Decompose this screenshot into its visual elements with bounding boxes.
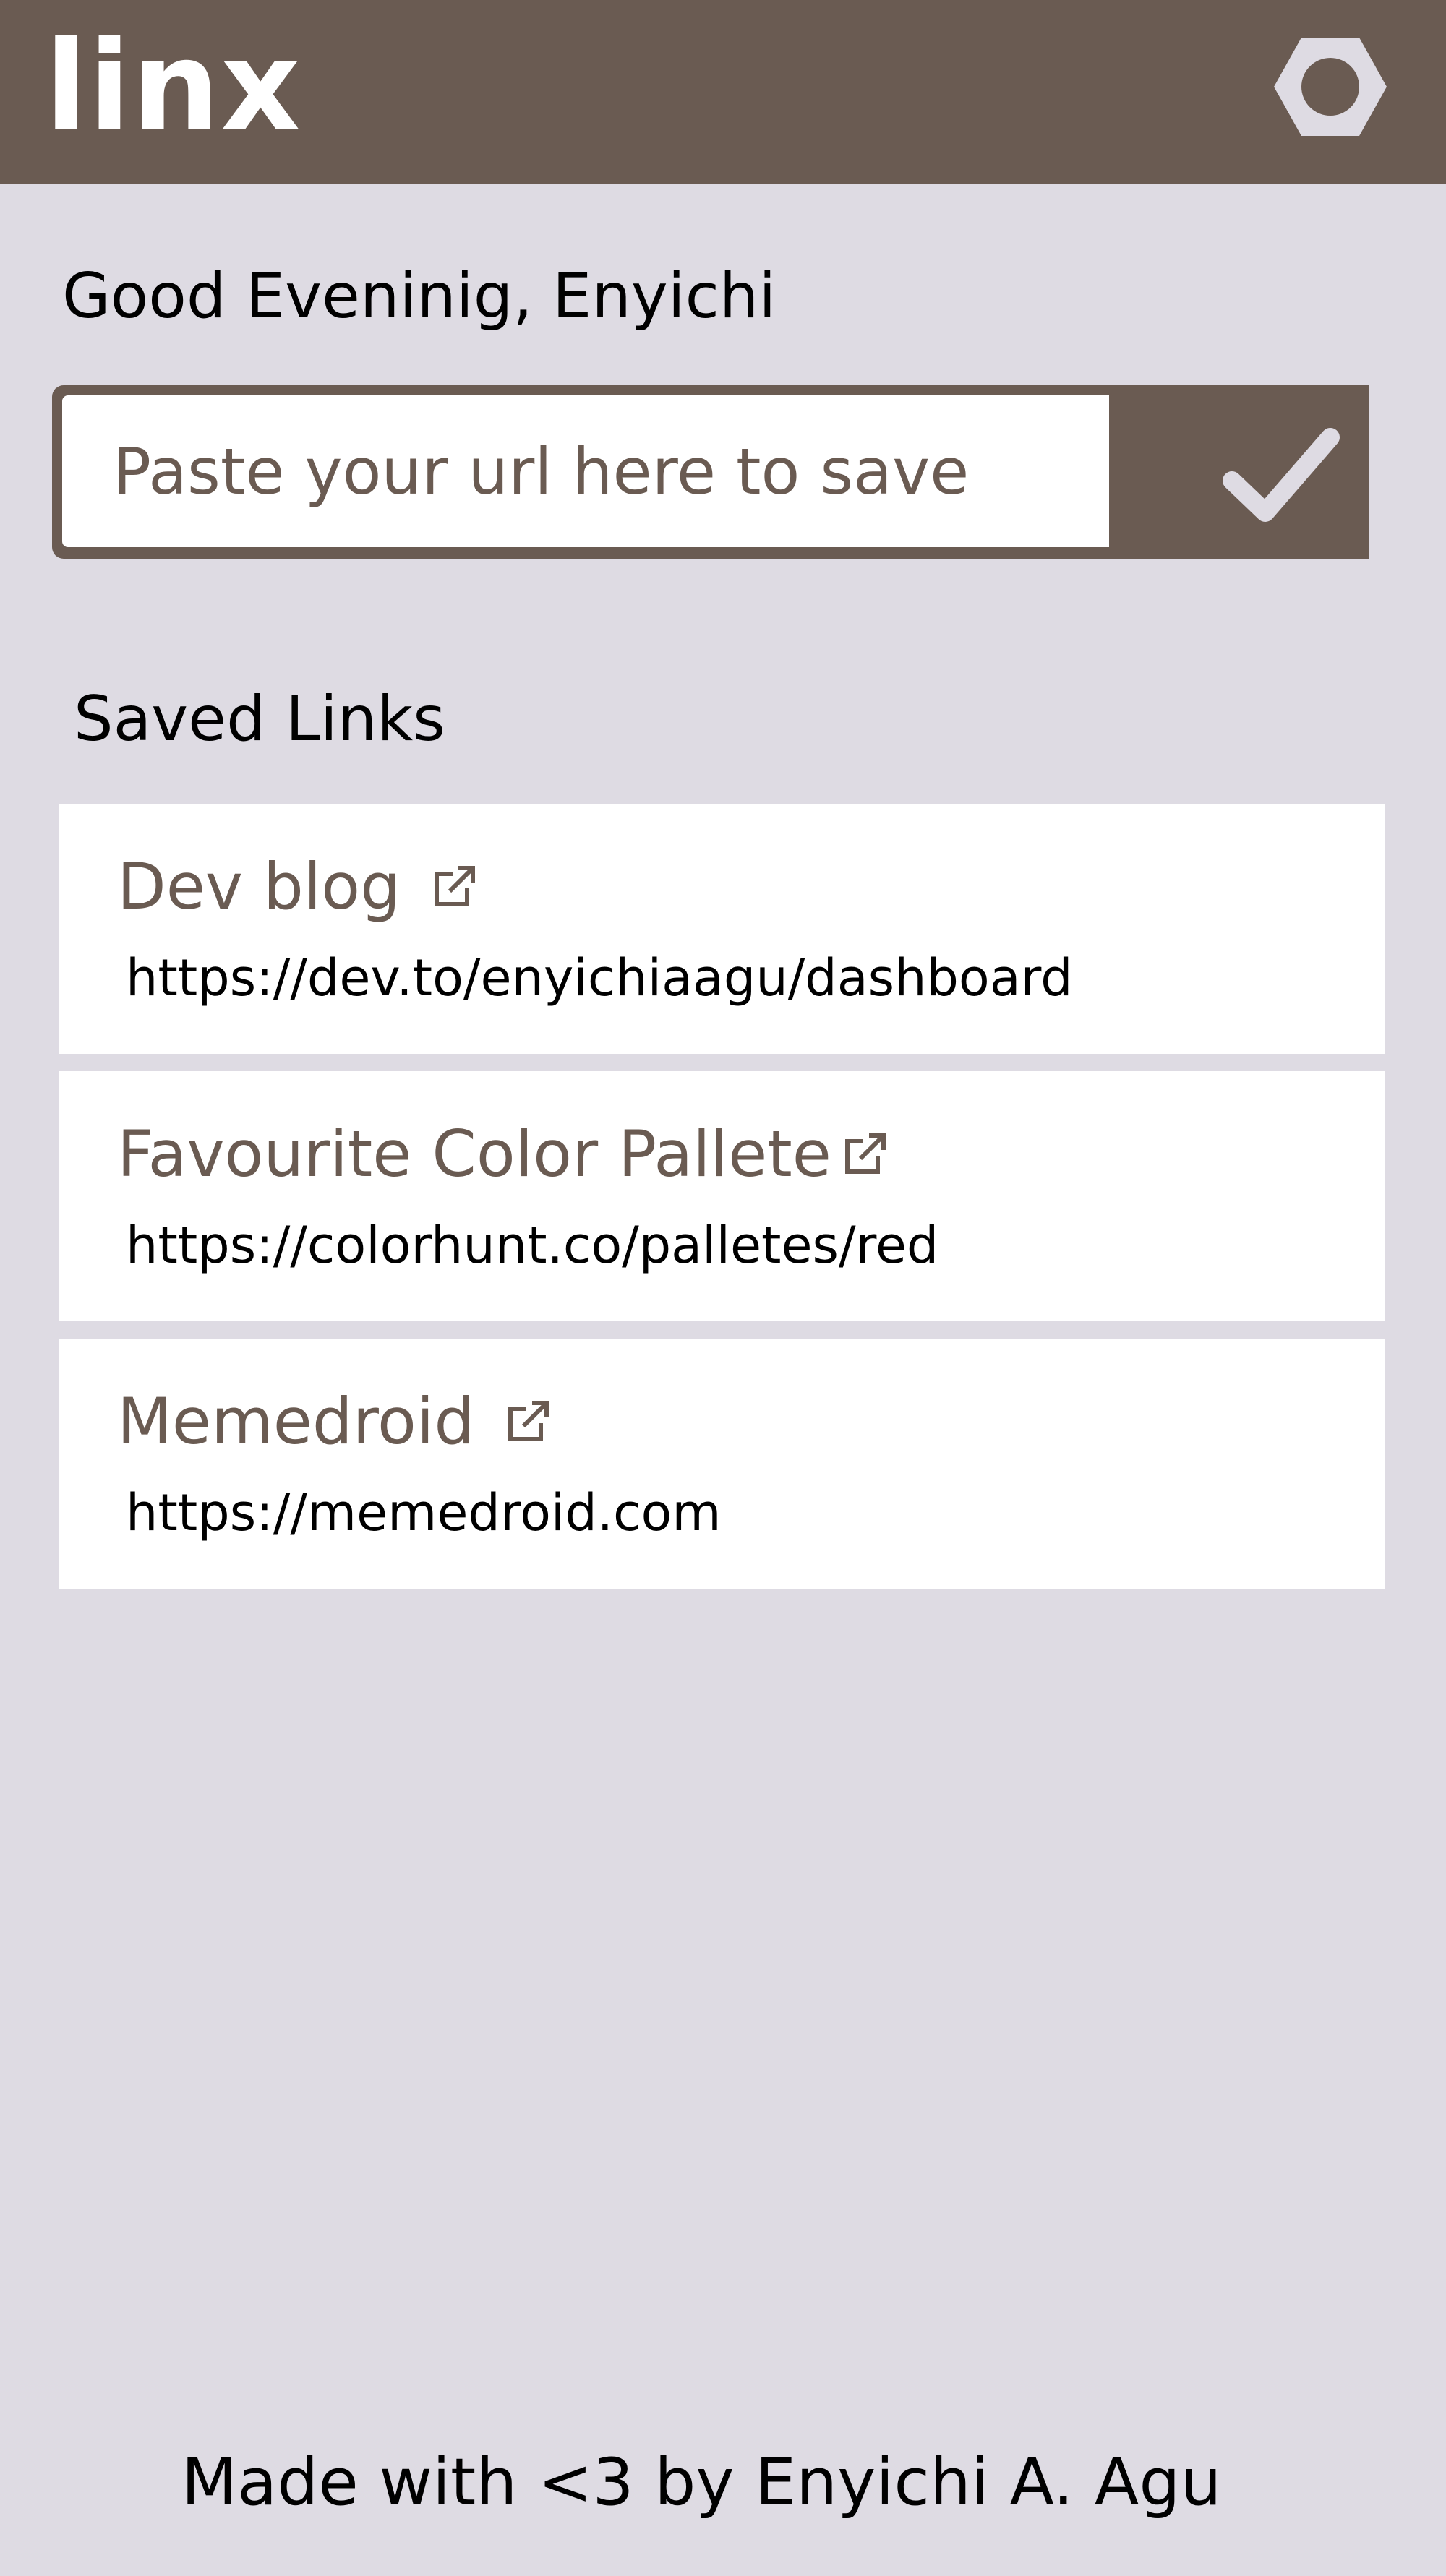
app-logo[interactable]: linx bbox=[45, 7, 301, 166]
save-url-form bbox=[52, 385, 1369, 559]
footer-credit: Made with <3 by Enyichi A. Agu bbox=[181, 2444, 1222, 2520]
saved-link-card[interactable]: Dev blog https://dev.to/enyichiaagu/dash… bbox=[59, 804, 1385, 1054]
link-url[interactable]: https://dev.to/enyichiaagu/dashboard bbox=[126, 945, 1073, 1010]
link-url[interactable]: https://colorhunt.co/palletes/red bbox=[126, 1213, 938, 1278]
link-title[interactable]: Memedroid bbox=[117, 1382, 474, 1461]
link-title-row: Memedroid bbox=[117, 1382, 551, 1461]
link-url[interactable]: https://memedroid.com bbox=[126, 1480, 722, 1545]
saved-links-heading: Saved Links bbox=[74, 683, 445, 755]
url-input[interactable] bbox=[62, 395, 1109, 547]
saved-link-card[interactable]: Memedroid https://memedroid.com bbox=[59, 1339, 1385, 1589]
link-title-row: Dev blog bbox=[117, 847, 477, 927]
link-title[interactable]: Dev blog bbox=[117, 847, 401, 927]
checkmark-icon bbox=[1223, 428, 1340, 522]
settings-hexagon-icon[interactable] bbox=[1272, 29, 1388, 145]
greeting-text: Good Eveninig, Enyichi bbox=[62, 260, 777, 332]
external-link-icon[interactable] bbox=[505, 1399, 551, 1445]
link-title-row: Favourite Color Pallete bbox=[117, 1115, 888, 1194]
link-title[interactable]: Favourite Color Pallete bbox=[117, 1115, 831, 1194]
external-link-icon[interactable] bbox=[842, 1131, 888, 1177]
save-url-button[interactable] bbox=[1164, 385, 1369, 559]
external-link-icon[interactable] bbox=[431, 864, 477, 910]
app-header: linx bbox=[0, 0, 1446, 184]
saved-link-card[interactable]: Favourite Color Pallete https://colorhun… bbox=[59, 1071, 1385, 1321]
